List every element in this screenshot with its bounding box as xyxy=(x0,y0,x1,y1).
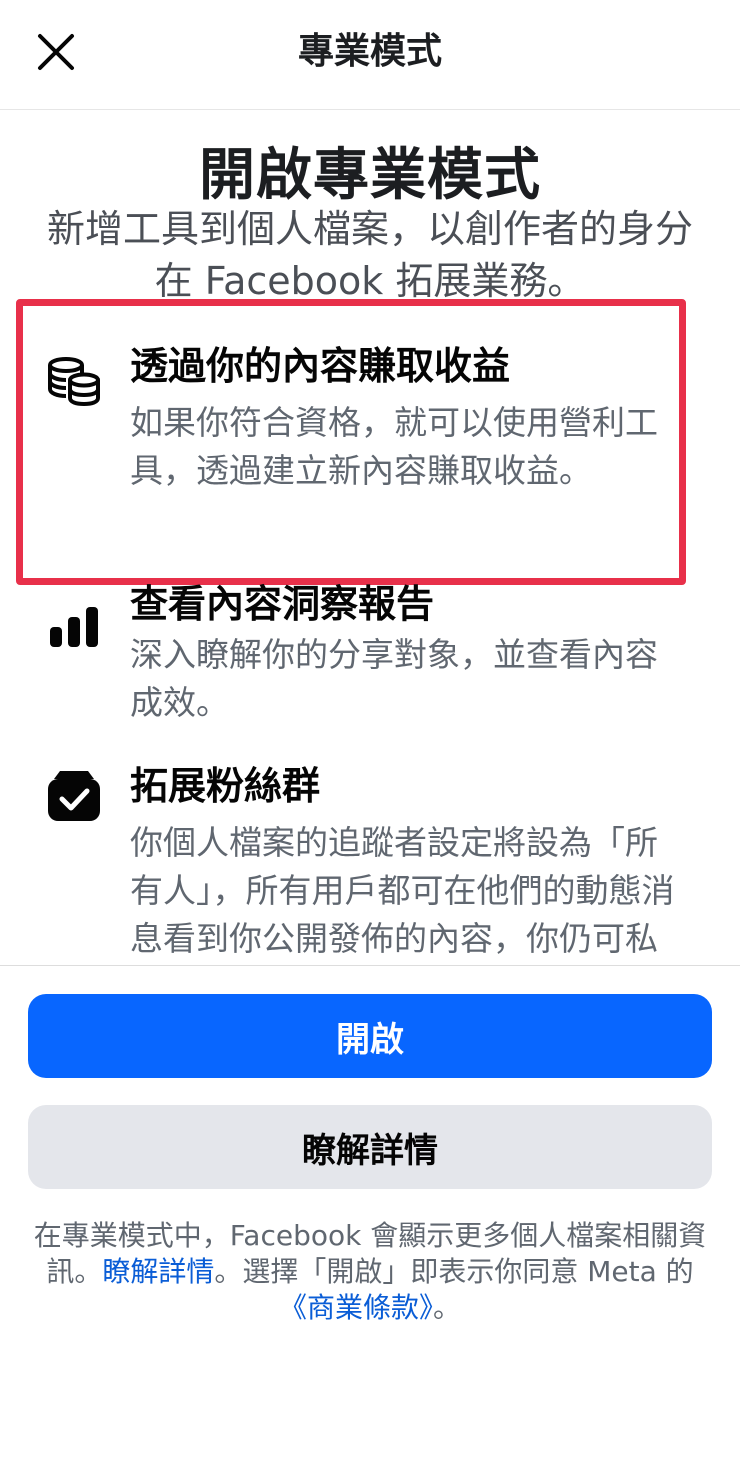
feature-title: 拓展粉絲群 xyxy=(130,764,321,808)
feature-description: 如果你符合資格，就可以使用營利工具，透過建立新內容賺取收益。 xyxy=(130,403,658,490)
business-terms-link[interactable]: 《商業條款》 xyxy=(279,1291,433,1324)
learn-more-link[interactable]: 瞭解詳情 xyxy=(102,1255,214,1288)
feature-description: 你個人檔案的追蹤者設定將設為「所有人」，所有用戶都可在他們的動態消息看到你公開發… xyxy=(130,823,675,958)
hero-subtitle: 新增工具到個人檔案，以創作者的身分在 Facebook 拓展業務。 xyxy=(46,207,693,303)
divider xyxy=(0,965,740,966)
turn-on-button[interactable]: 開啟 xyxy=(28,994,712,1078)
top-bar: 專業模式 xyxy=(0,0,740,110)
footer-text: 。 xyxy=(433,1291,462,1324)
content-scroll-area[interactable]: 開啟專業模式 新增工具到個人檔案，以創作者的身分在 Facebook 拓展業務。… xyxy=(0,111,740,965)
footer-disclaimer: 在專業模式中，Facebook 會顯示更多個人檔案相關資訊。瞭解詳情。選擇「開啟… xyxy=(30,1218,710,1326)
learn-more-button[interactable]: 瞭解詳情 xyxy=(28,1105,712,1189)
hero-title: 開啟專業模式 xyxy=(199,143,541,208)
feature-title: 查看內容洞察報告 xyxy=(130,582,435,626)
feature-description: 深入瞭解你的分享對象，並查看內容成效。 xyxy=(130,635,658,722)
feature-insights: 查看內容洞察報告 深入瞭解你的分享對象，並查看內容成效。 xyxy=(40,582,700,727)
bar-chart-icon xyxy=(40,593,108,661)
feature-grow-audience: 拓展粉絲群 你個人檔案的追蹤者設定將設為「所有人」，所有用戶都可在他們的動態消息… xyxy=(40,759,700,965)
footer-text: 。選擇「開啟」即表示你同意 Meta 的 xyxy=(214,1255,694,1288)
inbox-check-icon xyxy=(40,761,108,829)
feature-monetize: 透過你的內容賺取收益 如果你符合資格，就可以使用營利工具，透過建立新內容賺取收益… xyxy=(40,339,700,569)
page-title: 專業模式 xyxy=(297,31,442,72)
coins-stack-icon xyxy=(40,347,108,415)
feature-title: 透過你的內容賺取收益 xyxy=(130,344,511,388)
